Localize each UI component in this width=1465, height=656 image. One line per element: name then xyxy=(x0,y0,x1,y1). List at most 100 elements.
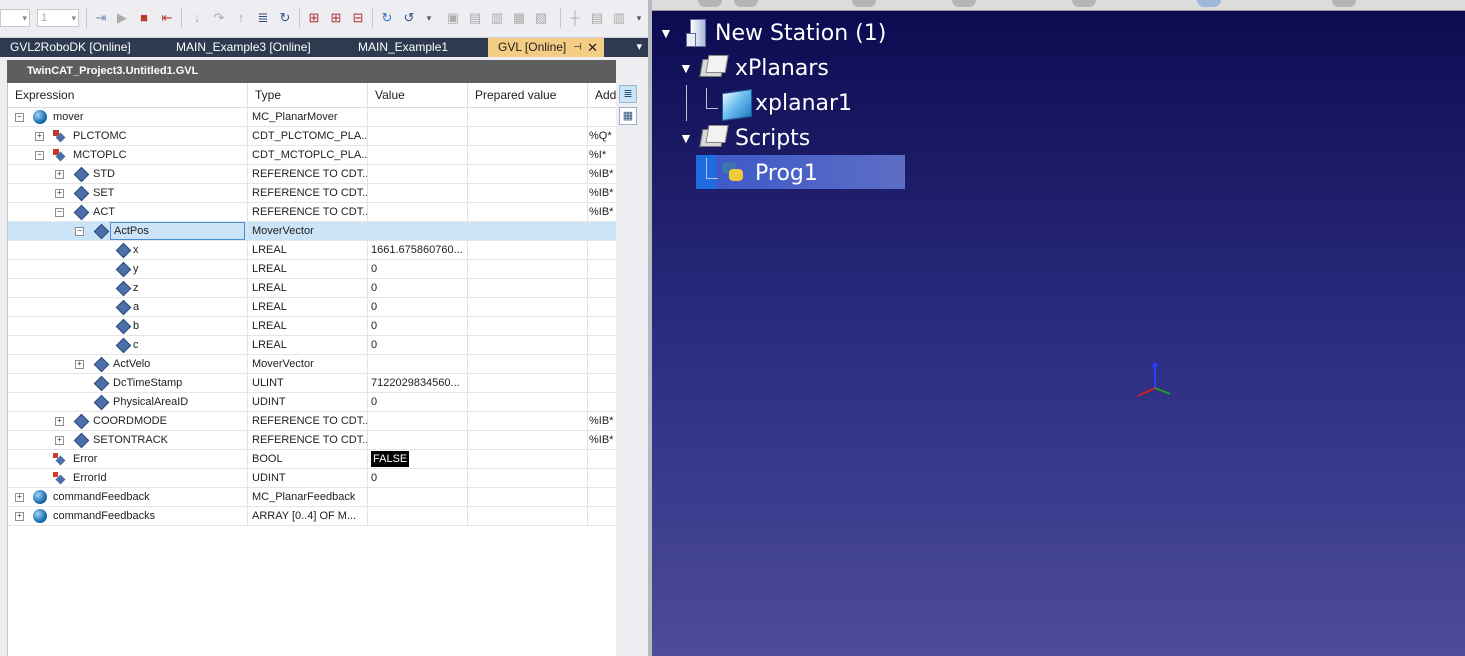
breakpoint-list-icon[interactable]: ≣ xyxy=(254,9,272,27)
row-prepared-value[interactable] xyxy=(468,108,588,126)
unforce-values-icon[interactable]: ⊟ xyxy=(349,9,367,27)
row-prepared-value[interactable] xyxy=(468,279,588,297)
row-value[interactable]: 1661.675860760... xyxy=(368,241,468,259)
table-row[interactable]: Error BOOL FALSE xyxy=(8,450,617,469)
table-row[interactable]: − MCTOPLC CDT_MCTOPLC_PLA... %I* xyxy=(8,146,617,165)
row-value[interactable] xyxy=(368,222,468,240)
row-prepared-value[interactable] xyxy=(468,146,588,164)
row-prepared-value[interactable] xyxy=(468,393,588,411)
write-values-icon[interactable]: ⊞ xyxy=(305,9,323,27)
row-value[interactable] xyxy=(368,488,468,506)
toolbar-icon[interactable] xyxy=(1072,0,1096,7)
row-prepared-value[interactable] xyxy=(468,507,588,525)
layout-icon[interactable]: ▥ xyxy=(488,9,506,27)
table-row[interactable]: + STD REFERENCE TO CDT... %IB* xyxy=(8,165,617,184)
table-row[interactable]: + ActVelo MoverVector xyxy=(8,355,617,374)
toolbar-icon[interactable] xyxy=(734,0,758,7)
row-value[interactable]: 0 xyxy=(368,279,468,297)
toolbar-icon[interactable] xyxy=(698,0,722,7)
row-prepared-value[interactable] xyxy=(468,203,588,221)
row-prepared-value[interactable] xyxy=(468,241,588,259)
align-icon[interactable]: ▤ xyxy=(588,9,606,27)
toolbar-icon[interactable] xyxy=(852,0,876,7)
row-value[interactable] xyxy=(368,127,468,145)
collapse-icon[interactable]: − xyxy=(75,227,84,236)
table-row[interactable]: + SETONTRACK REFERENCE TO CDT... %IB* xyxy=(8,431,617,450)
object-name[interactable]: xplanar1 xyxy=(755,90,852,118)
toolbar-combo-1[interactable]: ▾ xyxy=(0,9,30,27)
expand-icon[interactable]: + xyxy=(15,512,24,521)
tab-main-example3[interactable]: MAIN_Example3 [Online] xyxy=(166,38,347,57)
align-icon[interactable]: ▥ xyxy=(610,9,628,27)
table-row[interactable]: − ACT REFERENCE TO CDT... %IB* xyxy=(8,203,617,222)
collapse-icon[interactable]: − xyxy=(35,151,44,160)
row-prepared-value[interactable] xyxy=(468,298,588,316)
login-icon[interactable]: ⇥ xyxy=(92,9,110,27)
column-header-expression[interactable]: Expression xyxy=(8,83,248,107)
expand-icon[interactable]: + xyxy=(55,170,64,179)
force-values-icon[interactable]: ⊞ xyxy=(327,9,345,27)
row-value[interactable]: 0 xyxy=(368,469,468,487)
table-row[interactable]: + SET REFERENCE TO CDT... %IB* xyxy=(8,184,617,203)
row-value[interactable] xyxy=(368,165,468,183)
row-prepared-value[interactable] xyxy=(468,260,588,278)
step-into-icon[interactable]: ↓ xyxy=(188,9,206,27)
folder-name[interactable]: xPlanars xyxy=(735,55,829,83)
tab-gvl[interactable]: GVL [Online] ⊣ ✕ xyxy=(488,38,604,57)
expand-icon[interactable]: + xyxy=(75,360,84,369)
table-row-selected[interactable]: − ActPos MoverVector xyxy=(8,222,617,241)
align-icon[interactable]: ┼ xyxy=(566,9,584,27)
toolbar-combo-2[interactable]: 1 ▾ xyxy=(37,9,79,27)
row-value[interactable] xyxy=(368,412,468,430)
refresh-icon[interactable]: ↻ xyxy=(378,9,396,27)
folder-name[interactable]: Scripts xyxy=(735,125,810,153)
table-row[interactable]: + PLCTOMC CDT_PLCTOMC_PLA... %Q* xyxy=(8,127,617,146)
row-value[interactable] xyxy=(368,184,468,202)
expand-icon[interactable]: + xyxy=(55,189,64,198)
expand-icon[interactable]: + xyxy=(55,417,64,426)
table-row[interactable]: PhysicalAreaID UDINT 0 xyxy=(8,393,617,412)
row-value[interactable]: 0 xyxy=(368,336,468,354)
textual-view-icon[interactable]: ≣ xyxy=(619,85,637,103)
row-value[interactable]: 0 xyxy=(368,298,468,316)
row-value[interactable]: 7122029834560... xyxy=(368,374,468,392)
robodk-viewport[interactable]: ▼ New Station (1) ▼ xPlanars xplanar1 ▼ … xyxy=(652,0,1465,656)
station-name[interactable]: New Station (1) xyxy=(715,20,886,48)
tab-gvl2robodk[interactable]: GVL2RoboDK [Online] xyxy=(0,38,165,57)
row-value[interactable] xyxy=(368,431,468,449)
row-prepared-value[interactable] xyxy=(468,488,588,506)
toolbar-icon[interactable] xyxy=(1197,0,1221,7)
close-icon[interactable]: ✕ xyxy=(587,38,598,57)
program-name[interactable]: Prog1 xyxy=(755,160,818,188)
table-row[interactable]: + commandFeedbacks ARRAY [0..4] OF M... xyxy=(8,507,617,526)
logout-icon[interactable]: ⇤ xyxy=(158,9,176,27)
collapse-icon[interactable]: − xyxy=(55,208,64,217)
row-value[interactable] xyxy=(368,108,468,126)
table-row[interactable]: x LREAL 1661.675860760... xyxy=(8,241,617,260)
row-prepared-value[interactable] xyxy=(468,431,588,449)
table-row[interactable]: DcTimeStamp ULINT 7122029834560... xyxy=(8,374,617,393)
row-prepared-value[interactable] xyxy=(468,412,588,430)
table-row[interactable]: c LREAL 0 xyxy=(8,336,617,355)
stop-icon[interactable]: ■ xyxy=(135,9,153,27)
reload-icon[interactable]: ↺ xyxy=(400,9,418,27)
layout-icon[interactable]: ▤ xyxy=(466,9,484,27)
start-icon[interactable]: ▶ xyxy=(113,9,131,27)
toolbar-icon[interactable] xyxy=(952,0,976,7)
row-prepared-value[interactable] xyxy=(468,165,588,183)
table-row[interactable]: + COORDMODE REFERENCE TO CDT... %IB* xyxy=(8,412,617,431)
row-prepared-value[interactable] xyxy=(468,450,588,468)
tab-main-example1[interactable]: MAIN_Example1 xyxy=(348,38,487,57)
step-out-icon[interactable]: ↑ xyxy=(232,9,250,27)
table-row[interactable]: z LREAL 0 xyxy=(8,279,617,298)
expand-icon[interactable]: + xyxy=(15,493,24,502)
table-row[interactable]: ErrorId UDINT 0 xyxy=(8,469,617,488)
table-row[interactable]: y LREAL 0 xyxy=(8,260,617,279)
row-value[interactable]: 0 xyxy=(368,393,468,411)
column-header-type[interactable]: Type xyxy=(248,83,368,107)
row-prepared-value[interactable] xyxy=(468,336,588,354)
reset-icon[interactable]: ↻ xyxy=(276,9,294,27)
pin-icon[interactable]: ⊣ xyxy=(573,38,582,57)
dropdown-icon[interactable]: ▾ xyxy=(630,9,648,27)
row-value[interactable]: 0 xyxy=(368,317,468,335)
